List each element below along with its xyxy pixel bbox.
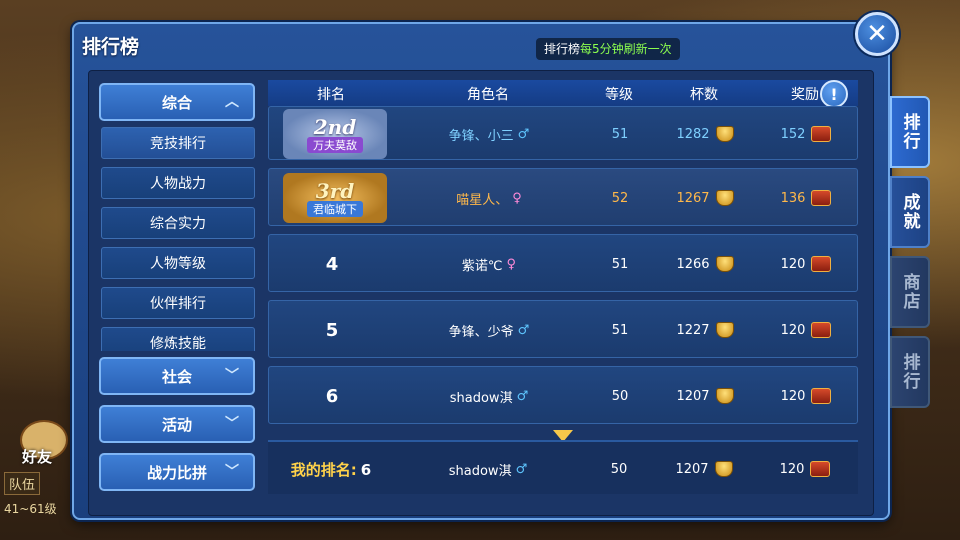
table-row[interactable]: 4 紫诺℃ ♀ 51 1266 120 <box>268 234 858 292</box>
chevron-up-icon: ︿ <box>225 94 239 110</box>
trophy-icon <box>715 256 734 272</box>
submenu-item-training[interactable]: 修炼技能 <box>101 327 255 351</box>
menu-category-social[interactable]: 社会 ﹀ <box>99 357 255 395</box>
male-icon: ♂ <box>517 126 530 142</box>
male-icon: ♂ <box>516 388 529 404</box>
reward-chest-icon <box>811 256 832 272</box>
trophy-icon <box>715 126 734 142</box>
female-icon: ♀ <box>506 256 517 272</box>
player-name: shadow淇 <box>449 390 513 406</box>
player-cups: 1266 <box>676 256 710 272</box>
header-rank: 排名 <box>317 87 345 103</box>
menu-category-power-compare-label: 战力比拼 <box>146 463 207 482</box>
close-button[interactable]: ✕ <box>855 12 899 56</box>
player-rank: 6 <box>325 385 339 407</box>
rank-title: 君临城下 <box>307 201 363 217</box>
rank-badge-label: 3rd <box>315 179 355 203</box>
tab-ranking-2[interactable]: 排行 <box>890 336 930 408</box>
player-name: 争锋、小三 <box>448 128 514 144</box>
player-reward: 120 <box>780 322 806 338</box>
female-icon: ♀ <box>512 190 522 206</box>
header-cups: 杯数 <box>690 87 718 103</box>
table-row[interactable]: 6 shadow淇 ♂ 50 1207 120 <box>268 366 858 424</box>
tab-shop[interactable]: 商店 <box>890 256 930 328</box>
my-rank-value: 6 <box>360 460 372 479</box>
submenu-item-arena[interactable]: 竞技排行 <box>101 127 255 159</box>
player-level: 51 <box>611 322 629 338</box>
my-rank-row: 我的排名: 6 shadow淇 ♂ 50 1207 120 <box>268 440 858 494</box>
reward-chest-icon <box>811 126 832 142</box>
rank-badge-silver: 2nd 万夫莫敌 <box>283 109 387 159</box>
menu-category-activity[interactable]: 活动 ﹀ <box>99 405 255 443</box>
player-name: 争锋、少爷 <box>448 324 514 340</box>
player-cups: 1227 <box>676 322 710 338</box>
panel-title: 排行榜 <box>82 36 140 58</box>
player-level: 50 <box>610 461 628 477</box>
table-row[interactable]: 2nd 万夫莫敌 争锋、小三 ♂ 51 1282 152 <box>268 106 858 160</box>
friend-label[interactable]: 好友 <box>22 446 52 467</box>
player-rank: 4 <box>325 253 339 275</box>
rank-badge-bronze: 3rd 君临城下 <box>283 173 387 223</box>
chevron-down-icon: ﹀ <box>225 368 239 384</box>
submenu-item-power[interactable]: 人物战力 <box>101 167 255 199</box>
tab-achievement[interactable]: 成就 <box>890 176 930 248</box>
submenu-item-partner[interactable]: 伙伴排行 <box>101 287 255 319</box>
menu-category-overall[interactable]: 综合 ︿ <box>99 83 255 121</box>
menu-category-power-compare[interactable]: 战力比拼 ﹀ <box>99 453 255 491</box>
my-rank-label: 我的排名: 6 <box>290 460 372 479</box>
tab-ranking[interactable]: 排行 <box>890 96 930 168</box>
team-label[interactable]: 队伍 <box>4 472 41 495</box>
refresh-prefix: 排行榜 <box>544 42 581 56</box>
close-icon: ✕ <box>866 19 888 49</box>
player-reward: 120 <box>779 461 805 477</box>
reward-chest-icon <box>811 322 832 338</box>
trophy-icon <box>715 388 734 404</box>
reward-chest-icon <box>811 190 832 206</box>
info-icon[interactable]: ! <box>820 80 848 108</box>
player-reward: 152 <box>780 126 806 142</box>
menu-category-activity-label: 活动 <box>161 415 192 434</box>
table-row[interactable]: 5 争锋、少爷 ♂ 51 1227 120 <box>268 300 858 358</box>
header-level: 等级 <box>605 87 633 103</box>
player-reward: 120 <box>780 256 806 272</box>
reward-chest-icon <box>810 461 831 477</box>
reward-chest-icon <box>811 388 832 404</box>
player-reward: 120 <box>780 388 806 404</box>
trophy-icon <box>714 461 733 477</box>
menu-category-social-label: 社会 <box>161 367 192 386</box>
player-cups: 1267 <box>676 190 710 206</box>
player-name: 喵星人、 <box>456 192 509 208</box>
player-cups: 1207 <box>675 461 709 477</box>
player-name: 紫诺℃ <box>461 258 503 274</box>
chevron-down-icon: ﹀ <box>225 416 239 432</box>
submenu-item-level[interactable]: 人物等级 <box>101 247 255 279</box>
rank-title: 万夫莫敌 <box>307 137 363 153</box>
refresh-highlight: 每5分钟刷新一次 <box>580 42 672 56</box>
player-reward: 136 <box>780 190 806 206</box>
submenu-item-strength[interactable]: 综合实力 <box>101 207 255 239</box>
player-cups: 1207 <box>676 388 710 404</box>
male-icon: ♂ <box>515 461 528 477</box>
player-name: shadow淇 <box>448 463 512 479</box>
table-row[interactable]: 3rd 君临城下 喵星人、 ♀ 52 1267 136 <box>268 168 858 226</box>
header-name: 角色名 <box>467 87 509 103</box>
player-level: 51 <box>611 126 629 142</box>
refresh-note: 排行榜每5分钟刷新一次 <box>536 38 680 60</box>
male-icon: ♂ <box>517 322 530 338</box>
player-rank: 5 <box>325 319 339 341</box>
player-level: 51 <box>611 256 629 272</box>
level-range-label: 41~61级 <box>4 502 57 516</box>
player-cups: 1282 <box>676 126 710 142</box>
player-level: 52 <box>611 190 629 206</box>
trophy-icon <box>715 190 734 206</box>
rank-badge-label: 2nd <box>313 115 357 139</box>
submenu-list[interactable]: 竞技排行 人物战力 综合实力 人物等级 伙伴排行 修炼技能 <box>99 127 255 351</box>
chevron-down-icon: ﹀ <box>225 464 239 480</box>
player-level: 50 <box>611 388 629 404</box>
table-header: 排名 角色名 等级 杯数 奖励 <box>268 80 858 106</box>
trophy-icon <box>715 322 734 338</box>
menu-category-overall-label: 综合 <box>161 93 192 112</box>
